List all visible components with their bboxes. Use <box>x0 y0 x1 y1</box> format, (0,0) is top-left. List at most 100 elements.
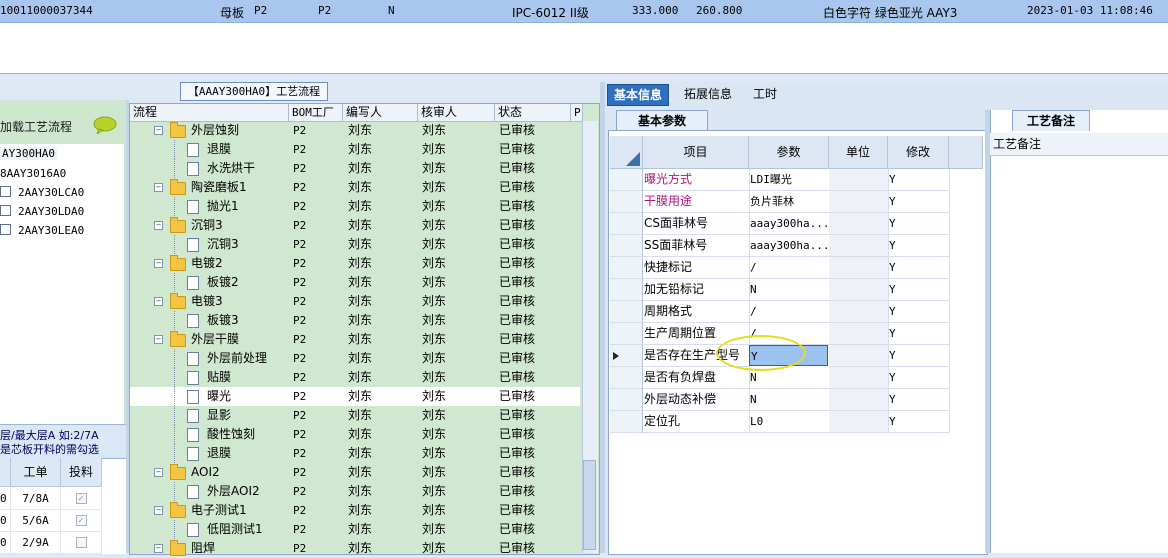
param-unit[interactable] <box>829 345 889 367</box>
checkbox[interactable] <box>0 224 11 235</box>
flow-row[interactable]: − 阻焊 P2 刘东 刘东 已审核 <box>130 539 580 558</box>
flow-row[interactable]: − 电镀3 P2 刘东 刘东 已审核 <box>130 292 580 311</box>
header-feed[interactable]: 投料 <box>61 458 102 487</box>
row-indicator[interactable] <box>610 301 643 323</box>
subtab-basic-params[interactable]: 基本参数 <box>616 110 708 131</box>
cell-work-order[interactable]: 7/8A <box>11 488 61 510</box>
param-modify[interactable]: Y <box>888 279 950 301</box>
param-unit[interactable] <box>829 323 889 345</box>
param-modify[interactable]: Y <box>888 169 950 191</box>
header-unit[interactable]: 单位 <box>829 136 888 169</box>
flow-row[interactable]: 水洗烘干 P2 刘东 刘东 已审核 <box>130 159 580 178</box>
flow-row[interactable]: − 电镀2 P2 刘东 刘东 已审核 <box>130 254 580 273</box>
row-indicator[interactable] <box>610 235 643 257</box>
load-flow-label[interactable]: 加载工艺流程 <box>0 118 72 135</box>
param-value[interactable]: L0 <box>749 411 830 433</box>
tab-work-hours[interactable]: 工时 <box>747 84 783 104</box>
flow-row[interactable]: 板镀3 P2 刘东 刘东 已审核 <box>130 311 580 330</box>
row-indicator[interactable] <box>610 345 643 367</box>
tree-item[interactable]: 8AAY3016A0 <box>0 167 66 180</box>
flow-row[interactable]: − AOI2 P2 刘东 刘东 已审核 <box>130 463 580 482</box>
collapse-toggle-icon[interactable]: − <box>154 183 163 192</box>
param-unit[interactable] <box>829 257 889 279</box>
flow-row[interactable]: 外层AOI2 P2 刘东 刘东 已审核 <box>130 482 580 501</box>
flow-row[interactable]: 退膜 P2 刘东 刘东 已审核 <box>130 444 580 463</box>
top-selected-row[interactable]: 10011000037344 母板 P2 P2 N IPC-6012 II级 3… <box>0 0 1168 23</box>
param-unit[interactable] <box>829 411 889 433</box>
param-value[interactable]: aaay300ha... <box>749 213 830 235</box>
param-unit[interactable] <box>829 169 889 191</box>
param-value[interactable]: 负片菲林 <box>749 191 830 213</box>
collapse-toggle-icon[interactable]: − <box>154 126 163 135</box>
tree-item[interactable]: 2AAY30LDA0 <box>0 205 84 218</box>
param-modify[interactable]: Y <box>888 213 950 235</box>
chat-bubble-icon[interactable] <box>93 116 117 134</box>
param-unit[interactable] <box>829 213 889 235</box>
param-unit[interactable] <box>829 235 889 257</box>
header-work-order[interactable]: 工单 <box>11 458 61 487</box>
row-indicator[interactable] <box>610 389 643 411</box>
tree-root[interactable]: AY300HA0 <box>0 147 57 160</box>
feed-checkbox[interactable] <box>75 537 87 548</box>
flow-row[interactable]: 酸性蚀刻 P2 刘东 刘东 已审核 <box>130 425 580 444</box>
header-p[interactable]: P <box>571 104 583 121</box>
row-indicator[interactable] <box>610 169 643 191</box>
collapse-toggle-icon[interactable]: − <box>154 221 163 230</box>
param-value[interactable]: N <box>749 389 830 411</box>
flow-row[interactable]: 贴膜 P2 刘东 刘东 已审核 <box>130 368 580 387</box>
param-value[interactable]: N <box>749 279 830 301</box>
cell-work-order[interactable]: 5/6A <box>11 510 61 532</box>
param-modify[interactable]: Y <box>888 345 950 367</box>
collapse-toggle-icon[interactable]: − <box>154 544 163 553</box>
collapse-toggle-icon[interactable]: − <box>154 335 163 344</box>
header-modify[interactable]: 修改 <box>888 136 949 169</box>
param-unit[interactable] <box>829 301 889 323</box>
flow-row[interactable]: 退膜 P2 刘东 刘东 已审核 <box>130 140 580 159</box>
flow-scroll-thumb[interactable] <box>583 460 596 550</box>
row-indicator[interactable] <box>610 411 643 433</box>
checkbox[interactable] <box>0 205 11 216</box>
tab-extended-info[interactable]: 拓展信息 <box>678 84 738 104</box>
param-modify[interactable]: Y <box>888 191 950 213</box>
header-status[interactable]: 状态 <box>495 104 571 121</box>
param-value[interactable]: aaay300ha... <box>749 235 830 257</box>
param-modify[interactable]: Y <box>888 301 950 323</box>
collapse-toggle-icon[interactable]: − <box>154 468 163 477</box>
param-unit[interactable] <box>829 191 889 213</box>
collapse-toggle-icon[interactable]: − <box>154 297 163 306</box>
tree-item[interactable]: 2AAY30LEA0 <box>0 224 84 237</box>
header-item[interactable]: 项目 <box>643 136 749 169</box>
param-value[interactable]: / <box>749 257 830 279</box>
row-indicator[interactable] <box>610 323 643 345</box>
param-modify[interactable]: Y <box>888 257 950 279</box>
flow-row[interactable]: 曝光 P2 刘东 刘东 已审核 <box>130 387 580 406</box>
feed-checkbox[interactable]: ✓ <box>75 515 87 526</box>
checkbox[interactable] <box>0 186 11 197</box>
header-flow[interactable]: 流程 <box>130 104 289 121</box>
flow-row[interactable]: − 陶瓷磨板1 P2 刘东 刘东 已审核 <box>130 178 580 197</box>
flow-row[interactable]: 抛光1 P2 刘东 刘东 已审核 <box>130 197 580 216</box>
param-unit[interactable] <box>829 279 889 301</box>
row-indicator[interactable] <box>610 213 643 235</box>
param-value[interactable]: LDI曝光 <box>749 169 830 191</box>
row-indicator[interactable] <box>610 257 643 279</box>
feed-cell[interactable] <box>61 532 102 554</box>
cell-work-order[interactable]: 2/9A <box>11 532 61 554</box>
flow-row[interactable]: − 外层蚀刻 P2 刘东 刘东 已审核 <box>130 121 580 140</box>
splitter[interactable] <box>126 100 129 553</box>
collapse-toggle-icon[interactable]: − <box>154 259 163 268</box>
param-modify[interactable]: Y <box>888 323 950 345</box>
collapse-toggle-icon[interactable]: − <box>154 506 163 515</box>
tab-process-notes[interactable]: 工艺备注 <box>1012 110 1090 131</box>
param-modify[interactable]: Y <box>888 235 950 257</box>
flow-row[interactable]: 沉铜3 P2 刘东 刘东 已审核 <box>130 235 580 254</box>
flow-row[interactable]: − 电子测试1 P2 刘东 刘东 已审核 <box>130 501 580 520</box>
param-unit[interactable] <box>829 389 889 411</box>
flow-row[interactable]: 板镀2 P2 刘东 刘东 已审核 <box>130 273 580 292</box>
header-param[interactable]: 参数 <box>749 136 829 169</box>
tab-basic-info[interactable]: 基本信息 <box>607 84 670 106</box>
tree-item[interactable]: 2AAY30LCA0 <box>0 186 84 199</box>
row-indicator[interactable] <box>610 367 643 389</box>
feed-cell[interactable]: ✓ <box>61 488 102 510</box>
flow-row[interactable]: 外层前处理 P2 刘东 刘东 已审核 <box>130 349 580 368</box>
